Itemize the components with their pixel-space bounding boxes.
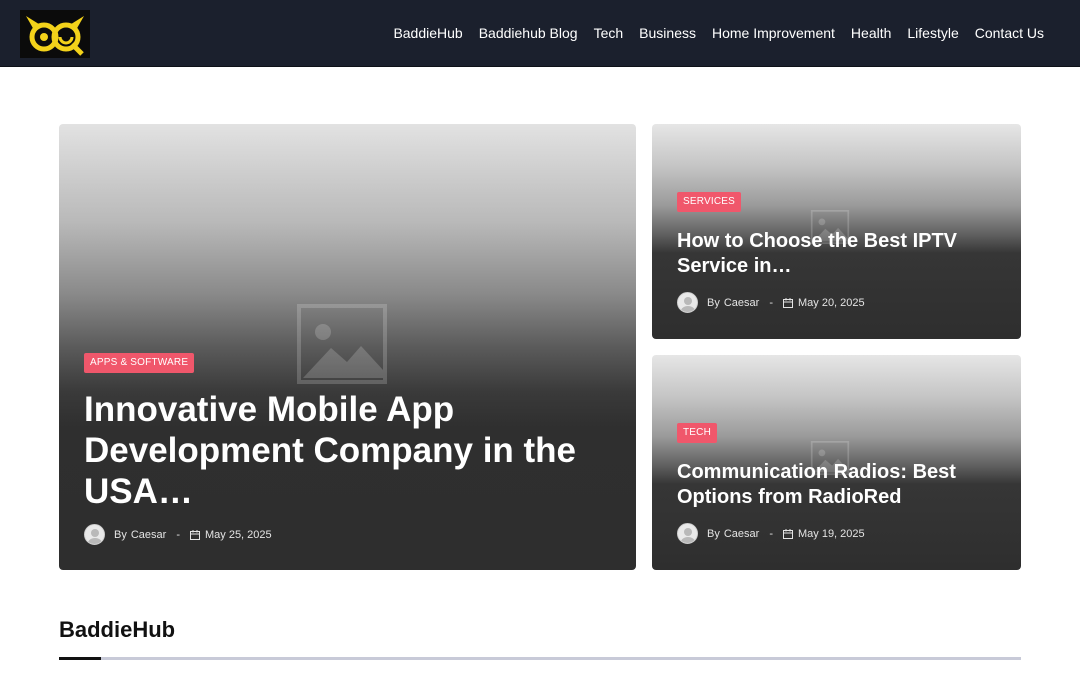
nav-item-lifestyle[interactable]: Lifestyle (899, 0, 966, 67)
nav-item-home-improvement[interactable]: Home Improvement (704, 0, 843, 67)
category-badge[interactable]: APPS & SOFTWARE (84, 353, 195, 373)
meta-separator: - (769, 296, 773, 309)
section-heading[interactable]: BaddieHub (59, 617, 175, 643)
site-header: BaddieHub Baddiehub Blog Tech Business H… (0, 0, 1080, 67)
nav-item-baddiehub-blog[interactable]: Baddiehub Blog (471, 0, 586, 67)
by-label: By (707, 296, 720, 309)
author-avatar[interactable] (677, 523, 698, 544)
main-nav: BaddieHub Baddiehub Blog Tech Business H… (385, 0, 1052, 67)
calendar-icon (189, 529, 200, 540)
featured-post-main[interactable]: APPS & SOFTWARE Innovative Mobile App De… (59, 124, 636, 570)
post-date: May 25, 2025 (204, 528, 272, 541)
category-badge[interactable]: TECH (677, 423, 718, 443)
category-badge[interactable]: SERVICES (677, 192, 741, 212)
post-meta: By Caesar - May 20, 2025 (677, 292, 865, 313)
nav-item-contact-us[interactable]: Contact Us (967, 0, 1052, 67)
author-link[interactable]: Caesar (131, 529, 166, 541)
calendar-icon (782, 297, 793, 308)
author-link[interactable]: Caesar (724, 528, 759, 540)
post-date: May 19, 2025 (797, 527, 865, 540)
author-link[interactable]: Caesar (724, 297, 759, 309)
post-meta: By Caesar - May 19, 2025 (677, 523, 865, 544)
nav-item-business[interactable]: Business (631, 0, 704, 67)
nav-item-tech[interactable]: Tech (586, 0, 632, 67)
meta-separator: - (769, 527, 773, 540)
section-divider (59, 657, 1021, 660)
image-placeholder-icon (297, 304, 387, 384)
by-label: By (114, 528, 127, 541)
owl-logo-icon (20, 10, 90, 58)
nav-item-baddiehub[interactable]: BaddieHub (385, 0, 470, 67)
post-title[interactable]: Communication Radios: Best Options from … (677, 460, 997, 510)
post-title[interactable]: Innovative Mobile App Development Compan… (84, 389, 604, 512)
calendar-icon (782, 528, 793, 539)
by-label: By (707, 527, 720, 540)
meta-separator: - (176, 528, 180, 541)
author-avatar[interactable] (84, 524, 105, 545)
featured-post-side[interactable]: TECH Communication Radios: Best Options … (652, 355, 1021, 570)
post-date: May 20, 2025 (797, 296, 865, 309)
post-meta: By Caesar - May 25, 2025 (84, 524, 272, 545)
post-title[interactable]: How to Choose the Best IPTV Service in… (677, 229, 997, 279)
site-logo[interactable] (20, 10, 90, 58)
featured-post-side[interactable]: SERVICES How to Choose the Best IPTV Ser… (652, 124, 1021, 339)
section-divider-accent (59, 657, 101, 660)
author-avatar[interactable] (677, 292, 698, 313)
nav-item-health[interactable]: Health (843, 0, 899, 67)
